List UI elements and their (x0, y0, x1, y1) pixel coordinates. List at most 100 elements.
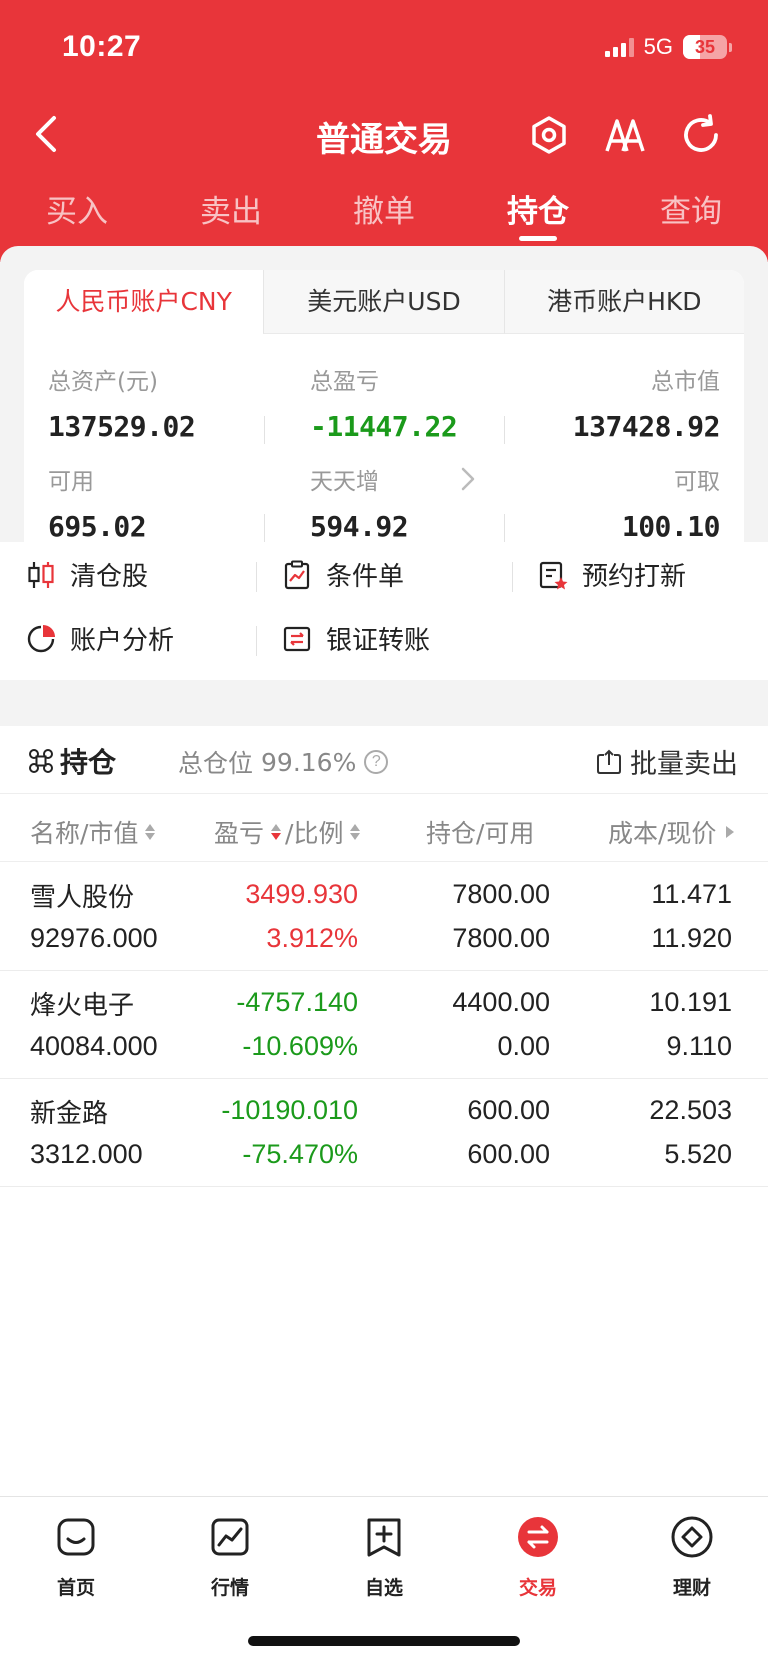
bank-transfer-button[interactable]: 银证转账 (282, 620, 430, 657)
tab-cancel[interactable]: 撤单 (353, 186, 415, 231)
clipboard-chart-icon (284, 560, 310, 589)
battery-icon: 35 (683, 35, 727, 59)
market-value-value: 137428.92 (572, 410, 721, 443)
pie-chart-icon (27, 624, 55, 652)
trade-exchange-icon (518, 1517, 558, 1557)
account-analysis-label: 账户分析 (70, 626, 175, 656)
position-ratio-label: 总仓位 (178, 749, 254, 778)
bottom-nav-watchlist[interactable]: 自选 (334, 1515, 434, 1600)
status-bar-right: 5G 35 (604, 34, 732, 60)
stock-name: 新金路 (30, 1099, 109, 1129)
home-icon (57, 1518, 95, 1556)
wealth-icon (671, 1516, 713, 1558)
chevron-right-icon[interactable] (460, 466, 476, 492)
command-grid-icon (29, 749, 53, 773)
tab-cny-account[interactable]: 人民币账户CNY (24, 270, 264, 334)
position-ratio: 总仓位 99.16% ? (178, 744, 389, 780)
account-analysis-button[interactable]: 账户分析 (26, 620, 174, 657)
tab-positions[interactable]: 持仓 (507, 186, 569, 231)
bottom-nav-home-label: 首页 (56, 1577, 95, 1599)
stock-pnl: 3499.930 (245, 879, 358, 909)
bottom-nav-wealth-label: 理财 (672, 1577, 711, 1599)
tab-hkd-account[interactable]: 港币账户HKD (503, 270, 744, 334)
bottom-nav-wealth[interactable]: 理财 (642, 1515, 742, 1600)
stock-cost: 22.503 (649, 1095, 732, 1125)
positions-title-label: 持仓 (60, 746, 117, 779)
tab-buy[interactable]: 买入 (46, 186, 108, 231)
font-size-button[interactable] (602, 112, 648, 158)
battery-level: 35 (694, 36, 716, 57)
bottom-nav-trade[interactable]: 交易 (488, 1515, 588, 1600)
currency-tabs: 人民币账户CNY 美元账户USD 港币账户HKD (24, 270, 744, 334)
withdrawable-label: 可取 (674, 469, 720, 495)
col-pnl-ratio[interactable]: 盈亏 /比例 (214, 814, 361, 850)
sort-icon (350, 824, 361, 840)
tiantianzeng-label[interactable]: 天天增 (310, 462, 379, 496)
withdrawable-value: 100.10 (621, 510, 721, 543)
stock-available: 7800.00 (452, 923, 550, 953)
stock-market-value: 3312.000 (30, 1139, 143, 1169)
trade-tabs: 买入 卖出 撤单 持仓 查询 (0, 186, 768, 242)
position-ratio-value: 99.16% (261, 747, 357, 777)
total-assets-label: 总资产(元) (48, 369, 158, 395)
stock-name: 雪人股份 (30, 883, 135, 913)
status-time: 10:27 (62, 30, 142, 63)
total-pnl-value: -11447.22 (310, 410, 458, 443)
batch-sell-button[interactable]: 批量卖出 (596, 742, 738, 781)
available-value: 695.02 (48, 510, 147, 543)
bottom-nav-home[interactable]: 首页 (26, 1515, 126, 1600)
col-cost-price[interactable]: 成本/现价 (608, 814, 735, 850)
trading-page: 10:27 5G 35 普通交易 买入 卖出 撤单 持仓 查询 人民币账户CNY… (0, 0, 768, 1663)
market-value-label: 总市值 (651, 369, 720, 395)
table-row[interactable]: 雪人股份 92976.000 3499.930 3.912% 7800.00 7800.0… (0, 863, 768, 971)
clear-position-stocks-label: 清仓股 (70, 562, 149, 592)
col-name-value-label: 名称/市值 (30, 819, 139, 848)
upload-icon (597, 749, 621, 774)
stock-available: 600.00 (467, 1139, 550, 1169)
col-name-value[interactable]: 名称/市值 (30, 814, 156, 850)
stock-pnl-percent: -75.470% (242, 1139, 358, 1169)
total-pnl-label: 总盈亏 (310, 369, 379, 395)
stock-market-value: 92976.000 (30, 923, 158, 953)
header: 10:27 5G 35 普通交易 买入 卖出 撤单 持仓 查询 (0, 0, 768, 262)
settings-button[interactable] (526, 112, 572, 158)
positions-section: 持仓 总仓位 99.16% ? 批量卖出 名称/市值 盈亏 /比例 持仓/可用 … (0, 726, 768, 1496)
stock-name: 烽火电子 (30, 991, 135, 1021)
sort-icon (145, 824, 156, 840)
positions-column-header: 名称/市值 盈亏 /比例 持仓/可用 成本/现价 (0, 794, 768, 862)
watchlist-add-icon (367, 1518, 401, 1557)
help-icon[interactable]: ? (364, 750, 389, 774)
table-row[interactable]: 烽火电子 40084.000 -4757.140 -10.609% 4400.00 0.0… (0, 971, 768, 1079)
stock-holding: 600.00 (467, 1095, 550, 1125)
content-area: 人民币账户CNY 美元账户USD 港币账户HKD 总资产(元) 137529.0… (0, 246, 768, 1496)
stock-holding: 7800.00 (452, 879, 550, 909)
col-holding-available: 持仓/可用 (426, 819, 535, 848)
stock-price: 11.920 (651, 923, 732, 953)
stock-pnl: -4757.140 (236, 987, 358, 1017)
table-row[interactable]: 新金路 3312.000 -10190.010 -75.470% 600.00 600.0… (0, 1079, 768, 1187)
stock-pnl-percent: 3.912% (266, 923, 358, 953)
refresh-icon (684, 114, 718, 152)
tab-usd-account[interactable]: 美元账户USD (263, 270, 504, 334)
document-star-icon (539, 561, 568, 589)
tab-sell[interactable]: 卖出 (200, 186, 262, 231)
stock-cost: 11.471 (651, 879, 732, 909)
ipo-subscription-button[interactable]: 预约打新 (538, 556, 686, 593)
clear-position-stocks-button[interactable]: 清仓股 (26, 556, 148, 593)
refresh-button[interactable] (678, 112, 724, 158)
hexagon-settings-icon (532, 116, 566, 154)
bottom-nav-watchlist-label: 自选 (364, 1577, 403, 1599)
stock-market-value: 40084.000 (30, 1031, 158, 1061)
conditional-order-button[interactable]: 条件单 (282, 556, 404, 593)
scroll-right-icon (726, 826, 735, 838)
stock-available: 0.00 (497, 1031, 550, 1061)
font-size-icon (605, 119, 645, 152)
candlestick-icon (28, 561, 54, 588)
stock-pnl-percent: -10.609% (242, 1031, 358, 1061)
tab-query[interactable]: 查询 (660, 186, 722, 231)
network-label: 5G (643, 34, 673, 59)
bottom-nav-market[interactable]: 行情 (180, 1515, 280, 1600)
conditional-order-label: 条件单 (326, 562, 405, 592)
active-tab-indicator (519, 236, 557, 241)
bottom-nav-trade-label: 交易 (518, 1577, 557, 1599)
